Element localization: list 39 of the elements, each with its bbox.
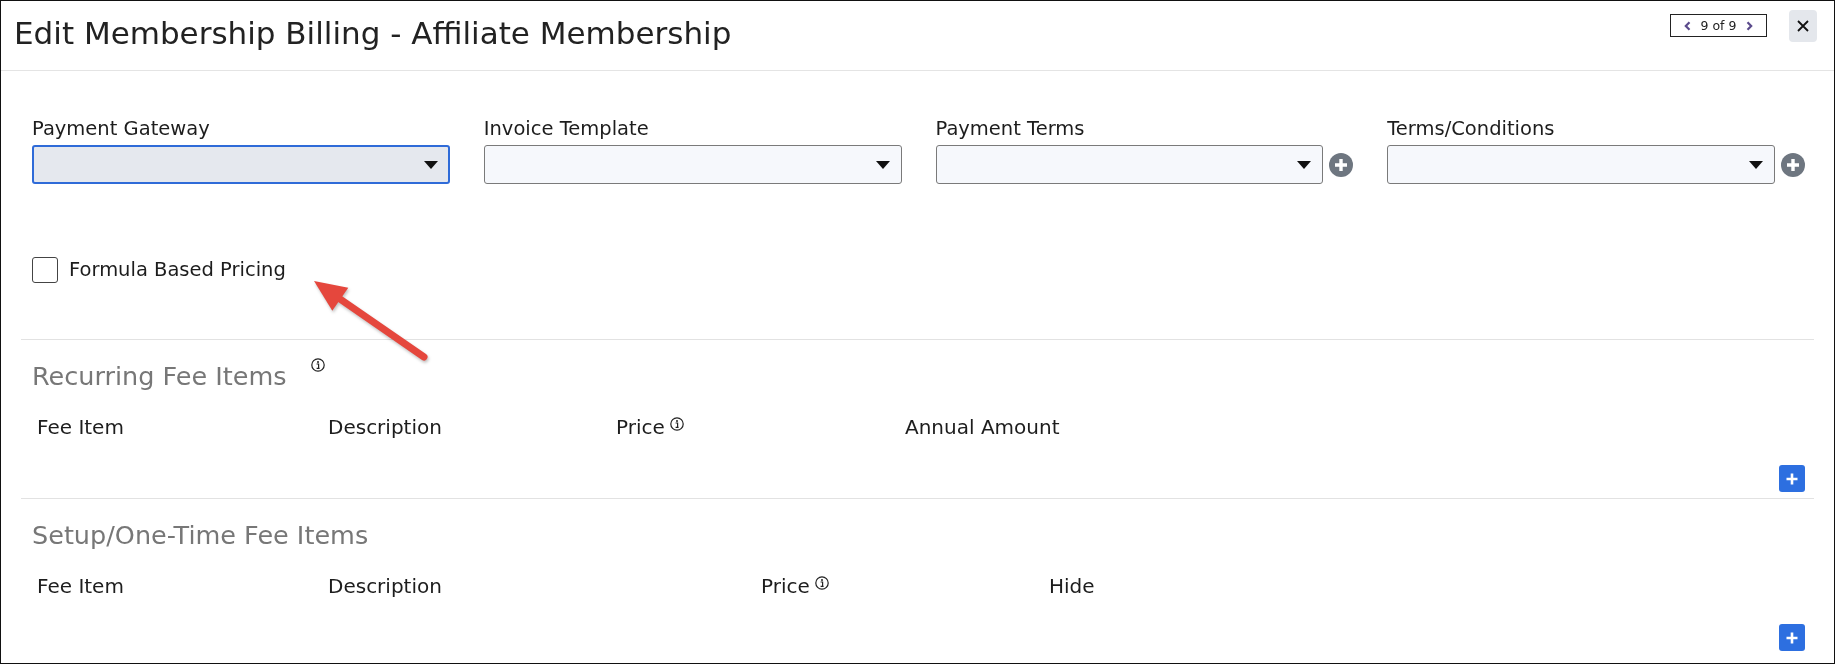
checkbox[interactable] bbox=[32, 256, 58, 283]
close-icon bbox=[1797, 20, 1809, 32]
select-field[interactable] bbox=[935, 145, 1324, 184]
info-icon[interactable] bbox=[310, 358, 325, 372]
select-field[interactable] bbox=[1387, 145, 1775, 184]
field-label: Invoice Template bbox=[483, 117, 649, 141]
column-header: Price bbox=[761, 574, 810, 598]
plus-icon bbox=[1786, 631, 1798, 644]
caret-down-icon bbox=[875, 160, 890, 169]
column-header: Fee Item bbox=[37, 415, 124, 439]
plus-icon bbox=[1786, 472, 1798, 485]
add-button[interactable] bbox=[1779, 624, 1805, 651]
field-label: Payment Terms bbox=[935, 117, 1085, 141]
info-icon[interactable] bbox=[814, 576, 829, 590]
section-title: Setup/One-Time Fee Items bbox=[32, 520, 369, 550]
column-header: Fee Item bbox=[37, 574, 124, 598]
field-label: Terms/Conditions bbox=[1387, 117, 1555, 141]
dialog-title: Edit Membership Billing - Affiliate Membership bbox=[14, 14, 732, 53]
select-field[interactable] bbox=[483, 145, 902, 184]
section-title: Recurring Fee Items bbox=[32, 361, 287, 391]
chevron-left-icon[interactable] bbox=[1683, 20, 1691, 31]
column-header: Annual Amount bbox=[905, 415, 1060, 439]
caret-down-icon bbox=[423, 160, 438, 169]
column-header: Description bbox=[328, 574, 442, 598]
column-header: Description bbox=[328, 415, 442, 439]
info-icon[interactable] bbox=[669, 417, 684, 431]
add-icon[interactable] bbox=[1329, 152, 1354, 177]
add-button[interactable] bbox=[1779, 465, 1805, 492]
chevron-right-icon[interactable] bbox=[1746, 20, 1754, 31]
pager-text: 9 of 9 bbox=[1700, 17, 1737, 34]
checkbox-label: Formula Based Pricing bbox=[69, 257, 286, 282]
column-header: Hide bbox=[1049, 574, 1095, 598]
close-button[interactable] bbox=[1789, 10, 1817, 42]
add-icon[interactable] bbox=[1781, 152, 1805, 177]
field-label: Payment Gateway bbox=[32, 117, 210, 141]
caret-down-icon bbox=[1297, 160, 1312, 169]
select-field[interactable] bbox=[32, 145, 450, 184]
column-header: Price bbox=[616, 415, 665, 439]
caret-down-icon bbox=[1749, 160, 1763, 169]
